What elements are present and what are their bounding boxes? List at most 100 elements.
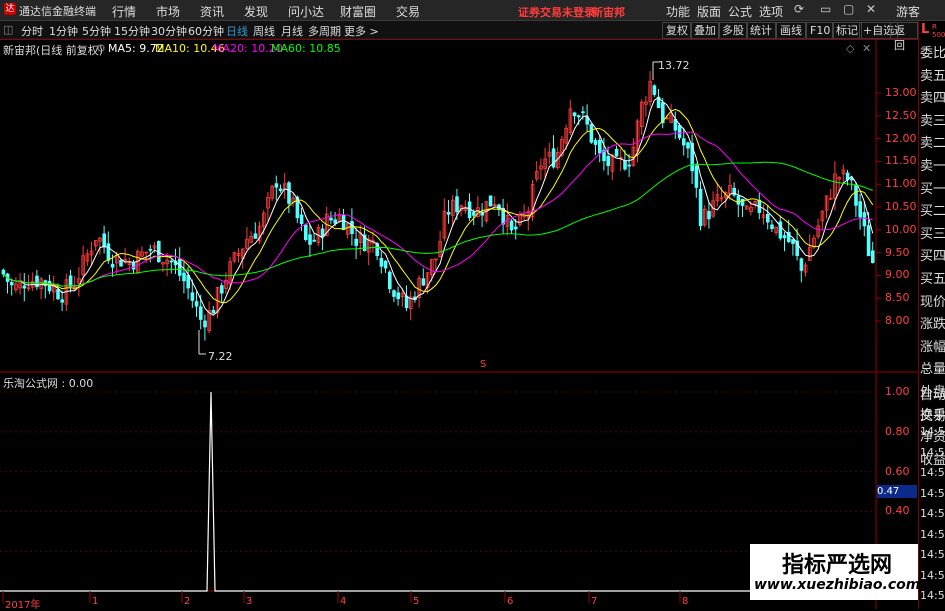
candle-body bbox=[778, 221, 783, 239]
tick-time: 14:56 bbox=[920, 589, 945, 602]
y-tick-label: 9.50 bbox=[885, 245, 910, 259]
x-tick-label: 3 bbox=[246, 596, 253, 607]
tick-time: 14:56 bbox=[920, 466, 945, 479]
tick-time: 14:56 bbox=[920, 507, 945, 520]
candle-body bbox=[488, 195, 493, 207]
y-tick-label: 8.50 bbox=[885, 291, 910, 305]
y-tick-label: 13.00 bbox=[885, 86, 917, 99]
candle-body bbox=[320, 228, 325, 238]
candle-body bbox=[278, 188, 283, 192]
y-tick-label: 10.00 bbox=[885, 222, 917, 236]
quote-field-label: 买二 bbox=[920, 204, 945, 220]
candle-body bbox=[862, 212, 867, 227]
quote-field-label: 总量 bbox=[920, 362, 945, 378]
candle-body bbox=[871, 250, 875, 263]
y-tick-label: 12.50 bbox=[885, 108, 917, 122]
candle-body bbox=[333, 219, 337, 224]
quote-field-label: 买五 bbox=[920, 272, 945, 287]
candle-body bbox=[593, 140, 598, 145]
watermark-url: www.xuezhibiao.com bbox=[754, 577, 921, 593]
candle-body bbox=[627, 164, 631, 167]
candle-body bbox=[866, 225, 871, 257]
candle-body bbox=[799, 258, 804, 271]
candle-body bbox=[581, 111, 585, 114]
candle-body bbox=[598, 139, 602, 154]
candle-body bbox=[682, 138, 686, 146]
candle-body bbox=[312, 239, 316, 242]
candle-body bbox=[577, 115, 581, 118]
indicator-series bbox=[0, 391, 876, 592]
candle-body bbox=[858, 201, 862, 218]
y-tick-label: 8.00 bbox=[885, 314, 910, 327]
candle-body bbox=[480, 212, 484, 216]
candle-body bbox=[350, 221, 354, 235]
candle-body bbox=[119, 259, 123, 267]
quote-field-label: 委比 bbox=[920, 46, 945, 61]
candle-body bbox=[623, 160, 627, 170]
y-tick-label: 10.50 bbox=[885, 200, 917, 213]
candle-body bbox=[606, 155, 610, 166]
candle-body bbox=[1, 269, 6, 275]
candle-body bbox=[421, 278, 426, 286]
indicator-y-tick-label: 1.00 bbox=[885, 385, 910, 398]
x-tick-label: 1 bbox=[92, 596, 99, 607]
candle-body bbox=[308, 234, 312, 245]
candle-body bbox=[387, 271, 392, 290]
candle-body bbox=[68, 275, 73, 287]
candle-body bbox=[211, 309, 216, 314]
candle-body bbox=[782, 235, 787, 239]
candle-body bbox=[182, 272, 186, 282]
candle-body bbox=[198, 306, 203, 320]
candle-body bbox=[572, 112, 577, 117]
x-tick-label: 5 bbox=[413, 596, 420, 607]
candle-body bbox=[392, 290, 396, 297]
indicator-line bbox=[0, 391, 876, 592]
candle-body bbox=[56, 289, 60, 300]
candle-body bbox=[253, 233, 258, 239]
indicator-y-tick-label: 0.40 bbox=[885, 504, 910, 518]
candle-body bbox=[287, 182, 291, 204]
low-price-label: 7.22 bbox=[208, 350, 233, 363]
tick-time: 14:56 bbox=[920, 425, 945, 438]
candle-body bbox=[652, 85, 657, 95]
quote-field-label: 卖三 bbox=[920, 113, 945, 129]
candle-body bbox=[677, 125, 682, 139]
x-tick-label: 2 bbox=[184, 596, 191, 607]
candle-body bbox=[383, 260, 388, 269]
candle-body bbox=[274, 183, 279, 188]
candle-body bbox=[396, 292, 400, 300]
tick-time: 14:56 bbox=[920, 568, 945, 582]
candle-body bbox=[471, 212, 476, 216]
candle-body bbox=[455, 196, 459, 213]
auto-trade-label: 交易 bbox=[920, 408, 945, 424]
watermark: 指标严选网 www.xuezhibiao.com bbox=[750, 544, 921, 600]
chart-canvas[interactable] bbox=[0, 0, 918, 609]
quote-field-label: 现价 bbox=[920, 294, 945, 310]
candle-body bbox=[694, 165, 699, 188]
candle-body bbox=[303, 224, 308, 240]
candle-body bbox=[177, 259, 182, 276]
s-marker: S bbox=[480, 359, 487, 370]
candle-body bbox=[850, 178, 854, 181]
candle-body bbox=[446, 212, 451, 215]
candle-body bbox=[686, 142, 690, 149]
tick-time: 14:56 bbox=[920, 548, 945, 561]
candle-body bbox=[509, 220, 514, 231]
high-price-label: 13.72 bbox=[658, 59, 690, 72]
quote-field-label: 涨跌 bbox=[920, 317, 945, 333]
candle-body bbox=[379, 258, 384, 267]
candle-body bbox=[47, 280, 52, 292]
panel-level-label: L bbox=[921, 22, 930, 37]
candle-body bbox=[148, 248, 153, 251]
candle-body bbox=[614, 149, 619, 157]
candle-body bbox=[514, 226, 518, 230]
candle-body bbox=[736, 195, 741, 205]
y-tick-label: 11.00 bbox=[885, 177, 917, 191]
candle-body bbox=[169, 260, 174, 263]
indicator-y-tick-label: 0.60 bbox=[885, 464, 910, 478]
candle-body bbox=[707, 211, 711, 220]
candle-body bbox=[354, 238, 358, 246]
indicator-title: 乐淘公式网 : 0.00 bbox=[3, 377, 94, 390]
tick-time: 14:56 bbox=[920, 445, 945, 459]
candlestick-series bbox=[1, 71, 875, 341]
